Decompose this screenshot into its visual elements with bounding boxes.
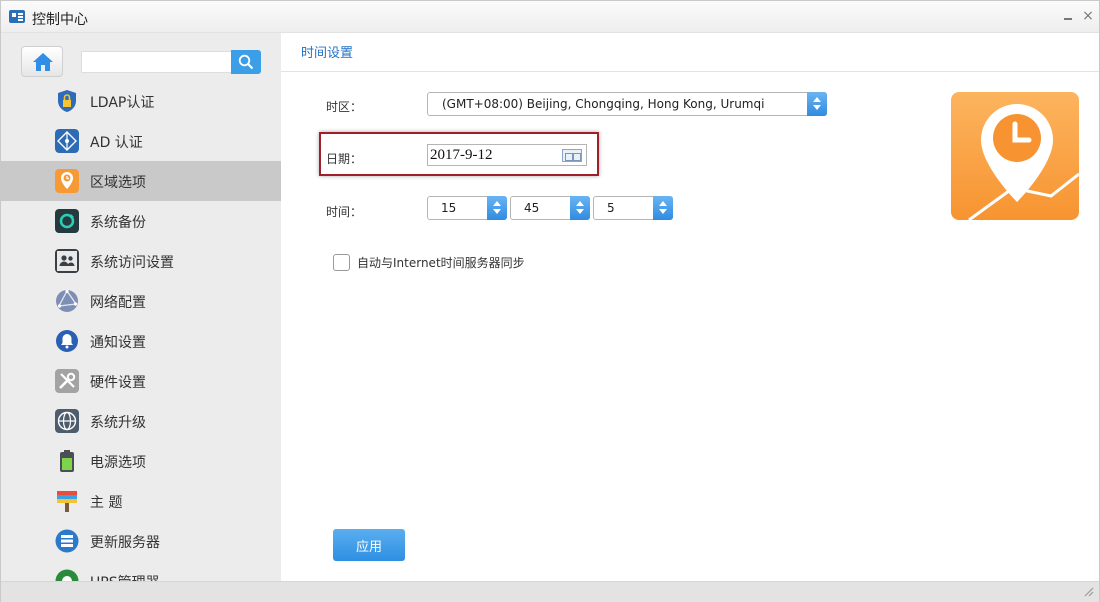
region-clock-logo [951,92,1079,220]
sidebar-item-region[interactable]: 区域选项 [1,161,281,201]
sidebar-item-label: 区域选项 [90,175,146,191]
sync-checkbox-label: 自动与Internet时间服务器同步 [357,256,525,270]
sidebar-item-ad[interactable]: AD 认证 [1,121,281,161]
sidebar-item-label: 网络配置 [90,295,146,311]
sidebar-item-label: AD 认证 [90,135,143,151]
paint-roller-icon [57,491,77,512]
date-value: 2017-9-12 [430,147,493,163]
calendar-icon[interactable] [562,149,582,162]
sidebar-item-theme[interactable]: 主 题 [1,481,281,521]
network-diamond-icon [55,129,79,153]
ups-icon [55,569,79,581]
control-center-app-icon [9,10,25,23]
sync-checkbox[interactable] [333,254,350,271]
network-globe-icon [56,289,78,312]
sidebar-item-ldap[interactable]: LDAP认证 [1,81,281,121]
sidebar-item-label: 电源选项 [90,455,146,471]
search-button[interactable] [231,50,261,74]
resize-grip-icon[interactable] [1084,587,1094,597]
minute-spin-buttons[interactable] [570,196,590,220]
main-panel: 时间设置 时区： (GMT+08:00) Beijing, Chongqing,… [281,33,1099,581]
hour-stepper[interactable]: 15 [427,196,507,220]
sidebar-item-label: 系统备份 [90,215,146,231]
timezone-label: 时区： [326,100,363,114]
window-title: 控制中心 [32,12,88,28]
sidebar-item-access[interactable]: 系统访问设置 [1,241,281,281]
timezone-select[interactable]: (GMT+08:00) Beijing, Chongqing, Hong Kon… [427,92,827,116]
sidebar-item-label: 系统访问设置 [90,255,174,271]
main-header: 时间设置 [281,33,1099,72]
control-center-window: 控制中心 × LDAP认证 AD 认证 区域选项 系统备份 系统访问设置 网络配… [0,0,1100,602]
apply-button[interactable]: 应用 [333,529,405,561]
search-icon [238,54,254,70]
sidebar-item-hardware[interactable]: 硬件设置 [1,361,281,401]
sidebar-item-notification[interactable]: 通知设置 [1,321,281,361]
home-button[interactable] [21,46,63,77]
sidebar-item-label: 更新服务器 [90,535,160,551]
home-icon [33,53,53,71]
sidebar-item-label: LDAP认证 [90,95,155,111]
minute-value: 45 [524,201,540,215]
minute-stepper[interactable]: 45 [510,196,590,220]
title-bar: 控制中心 × [1,1,1099,33]
second-value: 5 [607,201,615,215]
sidebar-item-label: 硬件设置 [90,375,146,391]
time-label: 时间： [326,205,363,219]
sidebar-item-label: UPS管理器 [90,572,160,581]
hour-value: 15 [441,201,457,215]
update-server-icon [55,529,79,553]
sidebar-item-label: 系统升级 [90,415,146,431]
search-input[interactable] [81,51,231,73]
sidebar-item-label: 通知设置 [90,335,146,351]
battery-icon [60,450,74,472]
sidebar-item-network[interactable]: 网络配置 [1,281,281,321]
timezone-value: (GMT+08:00) Beijing, Chongqing, Hong Kon… [442,97,765,111]
sidebar-item-power[interactable]: 电源选项 [1,441,281,481]
bell-icon [56,330,78,352]
sidebar: LDAP认证 AD 认证 区域选项 系统备份 系统访问设置 网络配置 通知设置 … [1,33,281,581]
users-access-icon [55,249,79,273]
upgrade-globe-icon [55,409,79,433]
tools-icon [55,369,79,393]
location-clock-icon [55,169,79,193]
sidebar-item-backup[interactable]: 系统备份 [1,201,281,241]
backup-sync-icon [55,209,79,233]
sidebar-item-ups[interactable]: UPS管理器 [1,561,281,581]
minimize-button[interactable] [1062,10,1074,22]
sidebar-nav: LDAP认证 AD 认证 区域选项 系统备份 系统访问设置 网络配置 通知设置 … [1,81,281,581]
sidebar-item-label: 主 题 [90,495,123,511]
second-spin-buttons[interactable] [653,196,673,220]
location-clock-icon [968,104,1079,220]
timezone-dropdown-arrow[interactable] [807,92,827,116]
page-title: 时间设置 [301,46,354,61]
lock-shield-icon [58,90,76,112]
sidebar-item-update-server[interactable]: 更新服务器 [1,521,281,561]
close-button[interactable]: × [1082,9,1094,23]
date-label: 日期： [326,152,363,166]
status-bar [1,581,1099,602]
second-stepper[interactable]: 5 [593,196,673,220]
date-field[interactable]: 2017-9-12 [427,144,587,166]
sidebar-item-upgrade[interactable]: 系统升级 [1,401,281,441]
hour-spin-buttons[interactable] [487,196,507,220]
